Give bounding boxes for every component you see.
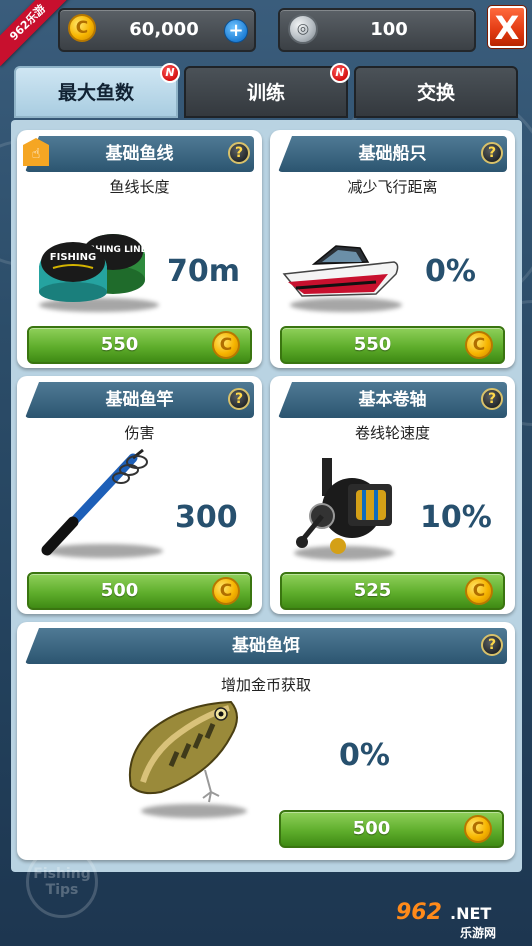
card-title: 基础鱼线 bbox=[25, 136, 254, 172]
coin-icon: C bbox=[465, 331, 493, 359]
watermark-logo: 962 .NET 乐游网 bbox=[394, 898, 526, 942]
stat-value: 0% bbox=[425, 254, 476, 289]
buy-reel-button[interactable]: 525 C bbox=[280, 572, 505, 610]
coin-amount: 60,000 bbox=[129, 19, 199, 40]
price-label: 500 bbox=[352, 818, 391, 839]
fishing-tips-button[interactable]: Fishing Tips bbox=[26, 846, 98, 918]
buy-rod-button[interactable]: 500 C bbox=[27, 572, 252, 610]
pearl-icon: ◎ bbox=[288, 14, 318, 44]
help-icon[interactable]: ? bbox=[228, 388, 250, 410]
coin-balance: C 60,000 + bbox=[58, 8, 256, 52]
tab-max-fish[interactable]: 最大鱼数 N bbox=[14, 63, 180, 118]
coin-icon: C bbox=[68, 14, 96, 42]
tab-training[interactable]: 训练 N bbox=[184, 63, 350, 118]
card-title: 基础鱼饵 bbox=[25, 628, 507, 664]
help-icon[interactable]: ? bbox=[228, 142, 250, 164]
fishing-rod-icon bbox=[41, 448, 148, 556]
tab-label: 交换 bbox=[416, 82, 455, 104]
price-label: 550 bbox=[100, 334, 139, 355]
close-button[interactable]: X bbox=[488, 6, 526, 48]
watermark-subtitle: 乐游网 bbox=[460, 926, 497, 940]
pearl-balance: ◎ 100 bbox=[278, 8, 476, 52]
tips-label-1: Fishing bbox=[33, 866, 91, 882]
coin-icon: C bbox=[464, 815, 492, 843]
tips-label-2: Tips bbox=[45, 882, 79, 898]
buy-line-button[interactable]: 550 C bbox=[27, 326, 252, 364]
stat-value: 70m bbox=[167, 254, 241, 289]
tab-label: 训练 bbox=[246, 82, 285, 104]
stat-value: 10% bbox=[420, 500, 492, 535]
help-icon[interactable]: ? bbox=[481, 388, 503, 410]
new-badge: N bbox=[330, 63, 350, 83]
help-icon[interactable]: ? bbox=[481, 142, 503, 164]
upgrade-card-line: 基础鱼线 ☝ ? 鱼线长度 FISHING LINE FISHING 70m 5… bbox=[17, 130, 262, 368]
upgrade-card-bait: 基础鱼饵 ? 增加金币获取 0% 500 C bbox=[17, 622, 515, 860]
item-shadow bbox=[141, 804, 247, 818]
tab-label: 最大鱼数 bbox=[57, 82, 134, 104]
coin-icon: C bbox=[212, 577, 240, 605]
price-label: 525 bbox=[353, 580, 392, 601]
card-subtitle: 卷线轮速度 bbox=[354, 424, 430, 442]
card-title: 基础鱼竿 bbox=[25, 382, 254, 418]
buy-boat-button[interactable]: 550 C bbox=[280, 326, 505, 364]
top-bar: 962乐游 C 60,000 + ◎ 100 X bbox=[0, 0, 532, 67]
upgrade-panel: 基础鱼线 ☝ ? 鱼线长度 FISHING LINE FISHING 70m 5… bbox=[11, 120, 522, 872]
watermark-number: 962 bbox=[396, 900, 442, 925]
watermark-net: .NET bbox=[450, 904, 492, 923]
coin-icon: C bbox=[465, 577, 493, 605]
help-icon[interactable]: ? bbox=[481, 634, 503, 656]
tab-exchange[interactable]: 交换 bbox=[354, 66, 518, 118]
card-subtitle: 减少飞行距离 bbox=[347, 178, 438, 196]
lure-bait-icon bbox=[128, 700, 238, 803]
spool-label-front: FISHING bbox=[50, 252, 96, 263]
new-badge: N bbox=[160, 63, 180, 83]
upgrade-card-rod: 基础鱼竿 ? 伤害 300 500 C bbox=[17, 376, 262, 614]
card-title: 基础船只 bbox=[278, 136, 507, 172]
fishing-line-spool-icon: FISHING LINE FISHING bbox=[39, 234, 147, 302]
card-subtitle: 鱼线长度 bbox=[109, 178, 170, 196]
spinning-reel-icon bbox=[296, 458, 392, 554]
stat-value: 0% bbox=[339, 738, 390, 773]
price-label: 550 bbox=[353, 334, 392, 355]
coin-icon: C bbox=[212, 331, 240, 359]
card-subtitle: 伤害 bbox=[124, 424, 155, 442]
upgrade-card-reel: 基本卷轴 ? 卷线轮速度 10% 525 C bbox=[270, 376, 515, 614]
card-title: 基本卷轴 bbox=[278, 382, 507, 418]
upgrade-card-boat: 基础船只 ? 减少飞行距离 0% 550 C bbox=[270, 130, 515, 368]
add-coins-button[interactable]: + bbox=[224, 19, 248, 43]
stat-value: 300 bbox=[175, 500, 238, 535]
buy-bait-button[interactable]: 500 C bbox=[279, 810, 504, 848]
tab-bar: 最大鱼数 N 训练 N 交换 bbox=[14, 63, 519, 120]
card-subtitle: 增加金币获取 bbox=[220, 676, 311, 694]
pearl-amount: 100 bbox=[370, 19, 408, 40]
speedboat-icon bbox=[282, 245, 399, 297]
price-label: 500 bbox=[100, 580, 139, 601]
